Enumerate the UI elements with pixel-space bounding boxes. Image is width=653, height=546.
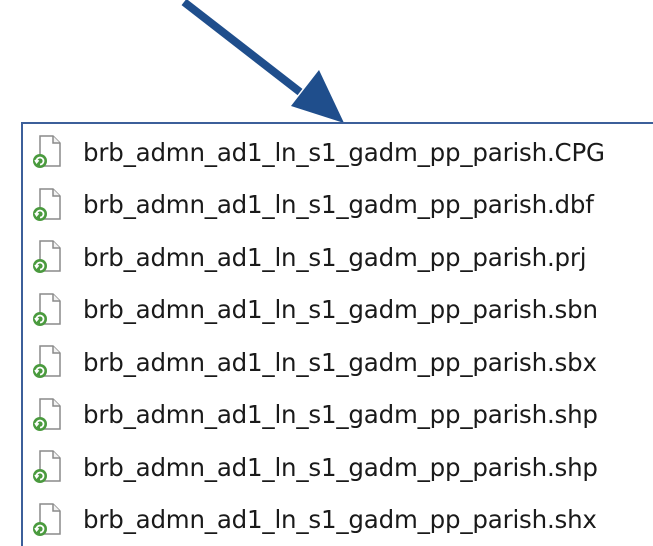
generic-file-icon bbox=[33, 293, 61, 326]
file-list-item[interactable]: brb_admn_ad1_ln_s1_gadm_pp_parish.dbf bbox=[31, 179, 605, 232]
generic-file-icon bbox=[33, 398, 61, 431]
file-name: brb_admn_ad1_ln_s1_gadm_pp_parish.sbx bbox=[83, 347, 597, 377]
generic-file-icon bbox=[33, 503, 61, 536]
generic-file-icon bbox=[33, 345, 61, 379]
file-list-item[interactable]: brb_admn_ad1_ln_s1_gadm_pp_parish.sbx bbox=[31, 336, 605, 389]
file-list-item[interactable]: brb_admn_ad1_ln_s1_gadm_pp_parish.shx bbox=[31, 494, 605, 546]
file-name: brb_admn_ad1_ln_s1_gadm_pp_parish.shp bbox=[83, 452, 598, 482]
pointer-arrow-icon bbox=[181, 0, 344, 123]
file-name: brb_admn_ad1_ln_s1_gadm_pp_parish.dbf bbox=[83, 190, 594, 220]
file-list-item[interactable]: brb_admn_ad1_ln_s1_gadm_pp_parish.shp bbox=[31, 441, 605, 494]
generic-file-icon bbox=[33, 240, 61, 274]
file-list-item[interactable]: brb_admn_ad1_ln_s1_gadm_pp_parish.shp bbox=[31, 389, 605, 442]
file-name: brb_admn_ad1_ln_s1_gadm_pp_parish.shx bbox=[83, 505, 597, 535]
file-list-item[interactable]: brb_admn_ad1_ln_s1_gadm_pp_parish.sbn bbox=[31, 284, 605, 337]
file-name: brb_admn_ad1_ln_s1_gadm_pp_parish.sbn bbox=[83, 295, 598, 325]
generic-file-icon bbox=[33, 450, 61, 484]
generic-file-icon bbox=[33, 135, 61, 169]
generic-file-icon bbox=[33, 188, 61, 221]
screenshot-stage: brb_admn_ad1_ln_s1_gadm_pp_parish.CPG br… bbox=[0, 0, 653, 546]
file-list-item[interactable]: brb_admn_ad1_ln_s1_gadm_pp_parish.prj bbox=[31, 231, 605, 284]
file-name: brb_admn_ad1_ln_s1_gadm_pp_parish.prj bbox=[83, 242, 587, 272]
file-name: brb_admn_ad1_ln_s1_gadm_pp_parish.CPG bbox=[83, 137, 605, 167]
file-list: brb_admn_ad1_ln_s1_gadm_pp_parish.CPG br… bbox=[31, 126, 605, 546]
file-list-item[interactable]: brb_admn_ad1_ln_s1_gadm_pp_parish.CPG bbox=[31, 126, 605, 179]
file-list-panel: brb_admn_ad1_ln_s1_gadm_pp_parish.CPG br… bbox=[21, 122, 653, 546]
file-name: brb_admn_ad1_ln_s1_gadm_pp_parish.shp bbox=[83, 400, 598, 430]
